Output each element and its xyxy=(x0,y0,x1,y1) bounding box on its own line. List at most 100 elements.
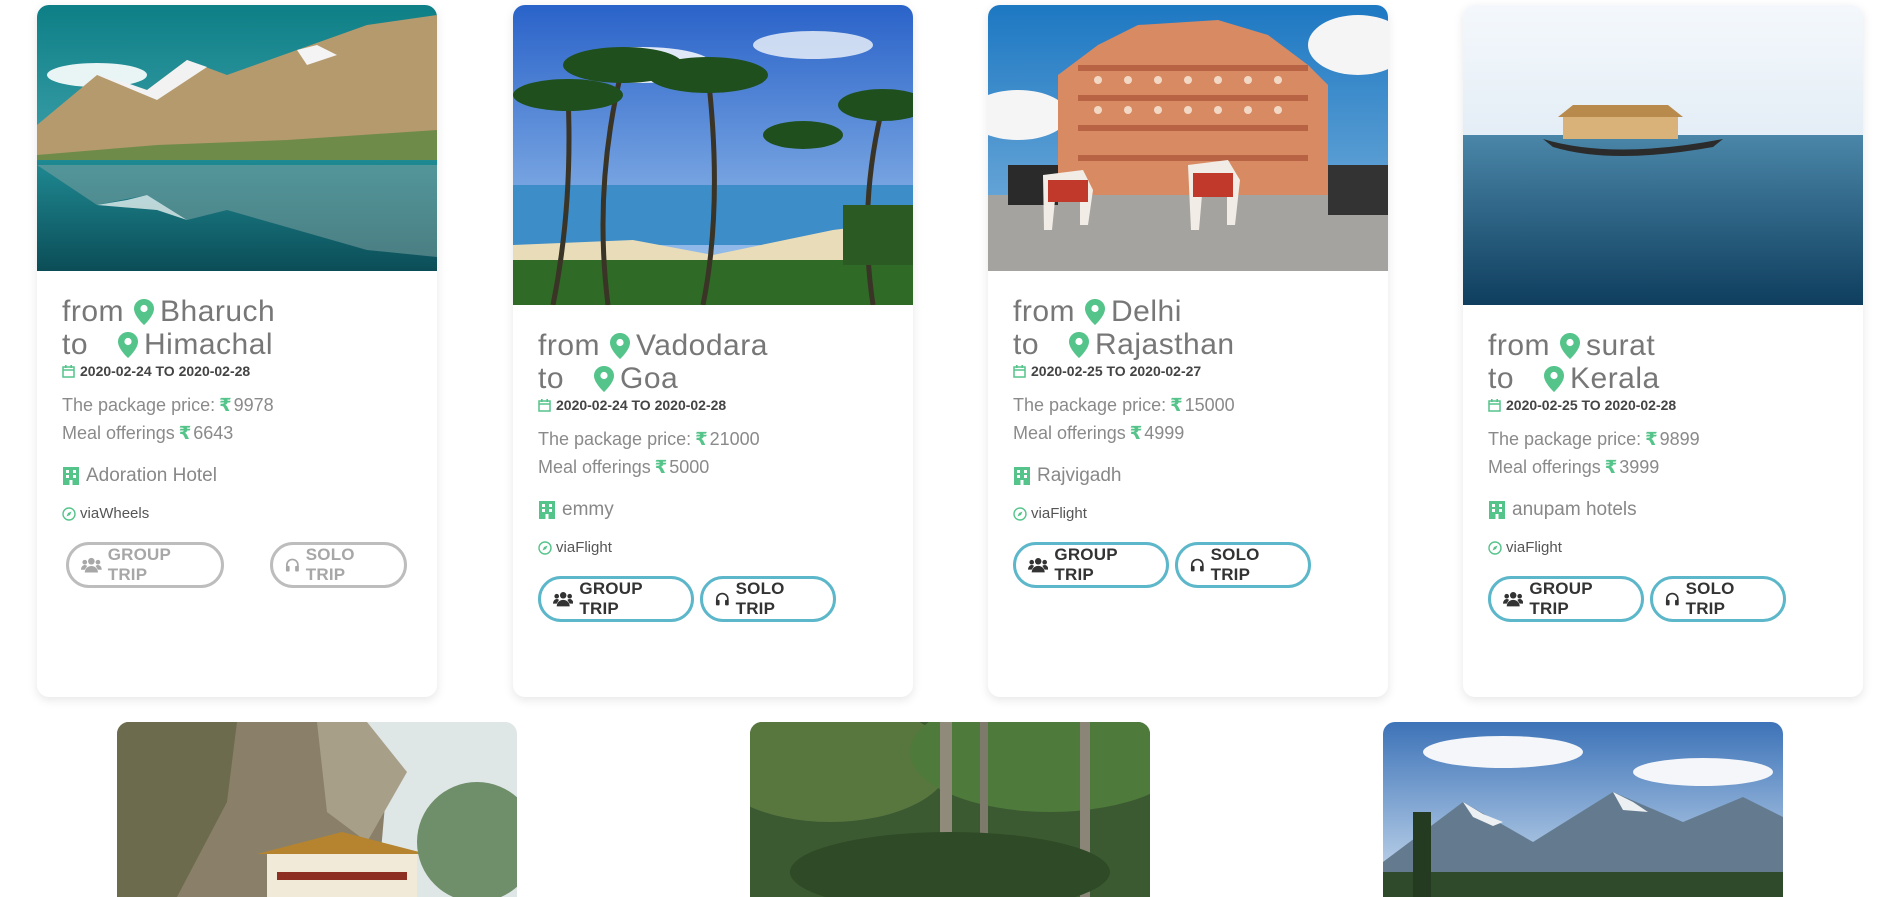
solo-trip-button[interactable]: SOLO TRIP xyxy=(270,542,407,588)
group-trip-button[interactable]: GROUP TRIP xyxy=(1488,576,1644,622)
compass-icon xyxy=(1488,540,1502,555)
calendar-icon xyxy=(538,398,551,412)
meal-price: Meal offerings ₹5000 xyxy=(538,457,710,477)
users-icon xyxy=(1503,592,1524,607)
calendar-icon xyxy=(62,364,75,378)
trip-dates: 2020-02-24 TO 2020-02-28 xyxy=(62,363,412,379)
group-trip-button[interactable]: GROUP TRIP xyxy=(1013,542,1169,588)
date-range: 2020-02-25 TO 2020-02-27 xyxy=(1031,363,1202,379)
destination-city: Himachal xyxy=(144,328,274,361)
transport-type: Flight xyxy=(575,539,612,556)
destination-photo xyxy=(117,722,517,897)
rupee-icon: ₹ xyxy=(1129,423,1143,443)
origin-city: Vadodara xyxy=(636,329,768,362)
location-pin-icon xyxy=(1544,365,1564,392)
rupee-icon: ₹ xyxy=(178,423,192,443)
users-icon xyxy=(553,592,574,607)
destination-city: Goa xyxy=(620,362,679,395)
meal-price: Meal offerings ₹3999 xyxy=(1488,457,1660,477)
headphones-icon xyxy=(1665,592,1679,606)
meal-price: Meal offerings ₹4999 xyxy=(1013,423,1185,443)
from-label: from xyxy=(62,295,124,328)
transport-type: Flight xyxy=(1525,539,1562,556)
users-icon xyxy=(1028,558,1049,573)
destination-city: Kerala xyxy=(1570,362,1660,395)
compass-icon xyxy=(62,506,76,521)
calendar-icon xyxy=(1013,364,1026,378)
package-card: from Vadodara to Goa 2020-02-24 TO 2020-… xyxy=(513,5,913,697)
hotel-name: Adoration Hotel xyxy=(86,465,217,486)
rupee-icon: ₹ xyxy=(1645,429,1658,449)
destination-photo xyxy=(513,5,913,305)
package-price: The package price: ₹9899 xyxy=(1488,429,1700,449)
location-pin-icon xyxy=(1085,298,1105,325)
trip-dates: 2020-02-24 TO 2020-02-28 xyxy=(538,397,888,413)
destination-photo xyxy=(988,5,1388,271)
building-icon xyxy=(539,501,555,519)
location-pin-icon xyxy=(594,365,614,392)
hotel-name: anupam hotels xyxy=(1512,499,1637,520)
to-label: to xyxy=(1488,362,1515,395)
users-icon xyxy=(81,557,102,573)
calendar-icon xyxy=(1488,398,1501,412)
rupee-icon: ₹ xyxy=(695,429,708,449)
package-card: from Delhi to Rajasthan 2020-02-25 TO 20… xyxy=(988,5,1388,697)
date-range: 2020-02-24 TO 2020-02-28 xyxy=(80,363,251,379)
hotel: emmy xyxy=(538,499,888,521)
meal-price: Meal offerings ₹6643 xyxy=(62,423,234,443)
rupee-icon: ₹ xyxy=(219,395,232,415)
from-label: from xyxy=(538,329,600,362)
package-card: from surat to Kerala 2020-02-25 TO 2020-… xyxy=(1463,5,1863,697)
package-price: The package price: ₹15000 xyxy=(1013,395,1235,415)
date-range: 2020-02-24 TO 2020-02-28 xyxy=(556,397,727,413)
location-pin-icon xyxy=(610,332,630,359)
to-label: to xyxy=(538,362,565,395)
package-price: The package price: ₹21000 xyxy=(538,429,760,449)
transport-type: Wheels xyxy=(99,505,150,522)
hotel-name: Rajvigadh xyxy=(1037,465,1122,486)
destination-city: Rajasthan xyxy=(1095,328,1235,361)
from-label: from xyxy=(1013,295,1075,328)
headphones-icon xyxy=(1190,558,1204,572)
destination-photo xyxy=(37,5,437,271)
date-range: 2020-02-25 TO 2020-02-28 xyxy=(1506,397,1677,413)
solo-trip-button[interactable]: SOLO TRIP xyxy=(700,576,836,622)
headphones-icon xyxy=(285,558,299,572)
origin-city: Delhi xyxy=(1111,295,1182,328)
rupee-icon: ₹ xyxy=(1170,395,1183,415)
hotel-name: emmy xyxy=(562,499,614,520)
solo-trip-button[interactable]: SOLO TRIP xyxy=(1175,542,1311,588)
origin-city: surat xyxy=(1586,329,1656,362)
transport-mode: via Flight xyxy=(1488,539,1838,556)
trip-dates: 2020-02-25 TO 2020-02-28 xyxy=(1488,397,1838,413)
to-label: to xyxy=(62,328,89,361)
destination-photo xyxy=(1463,5,1863,305)
from-label: from xyxy=(1488,329,1550,362)
building-icon xyxy=(1014,467,1030,485)
transport-mode: via Flight xyxy=(538,539,888,556)
headphones-icon xyxy=(715,592,729,606)
package-card: from Bharuch to Himachal 2020-02-24 TO 2… xyxy=(37,5,437,697)
group-trip-button[interactable]: GROUP TRIP xyxy=(538,576,694,622)
location-pin-icon xyxy=(1069,331,1089,358)
location-pin-icon xyxy=(118,331,138,358)
group-trip-button[interactable]: GROUP TRIP xyxy=(66,542,224,588)
destination-photo xyxy=(1383,722,1783,897)
hotel: anupam hotels xyxy=(1488,499,1838,521)
solo-trip-button[interactable]: SOLO TRIP xyxy=(1650,576,1786,622)
compass-icon xyxy=(538,540,552,555)
rupee-icon: ₹ xyxy=(1604,457,1618,477)
trip-dates: 2020-02-25 TO 2020-02-27 xyxy=(1013,363,1363,379)
package-price: The package price: ₹9978 xyxy=(62,395,274,415)
destination-photo xyxy=(750,722,1150,897)
building-icon xyxy=(1489,501,1505,519)
compass-icon xyxy=(1013,506,1027,521)
location-pin-icon xyxy=(1560,332,1580,359)
route: from Bharuch to Himachal xyxy=(62,295,412,361)
origin-city: Bharuch xyxy=(160,295,276,328)
building-icon xyxy=(63,467,79,485)
hotel: Adoration Hotel xyxy=(62,465,412,487)
rupee-icon: ₹ xyxy=(654,457,668,477)
to-label: to xyxy=(1013,328,1040,361)
hotel: Rajvigadh xyxy=(1013,465,1363,487)
